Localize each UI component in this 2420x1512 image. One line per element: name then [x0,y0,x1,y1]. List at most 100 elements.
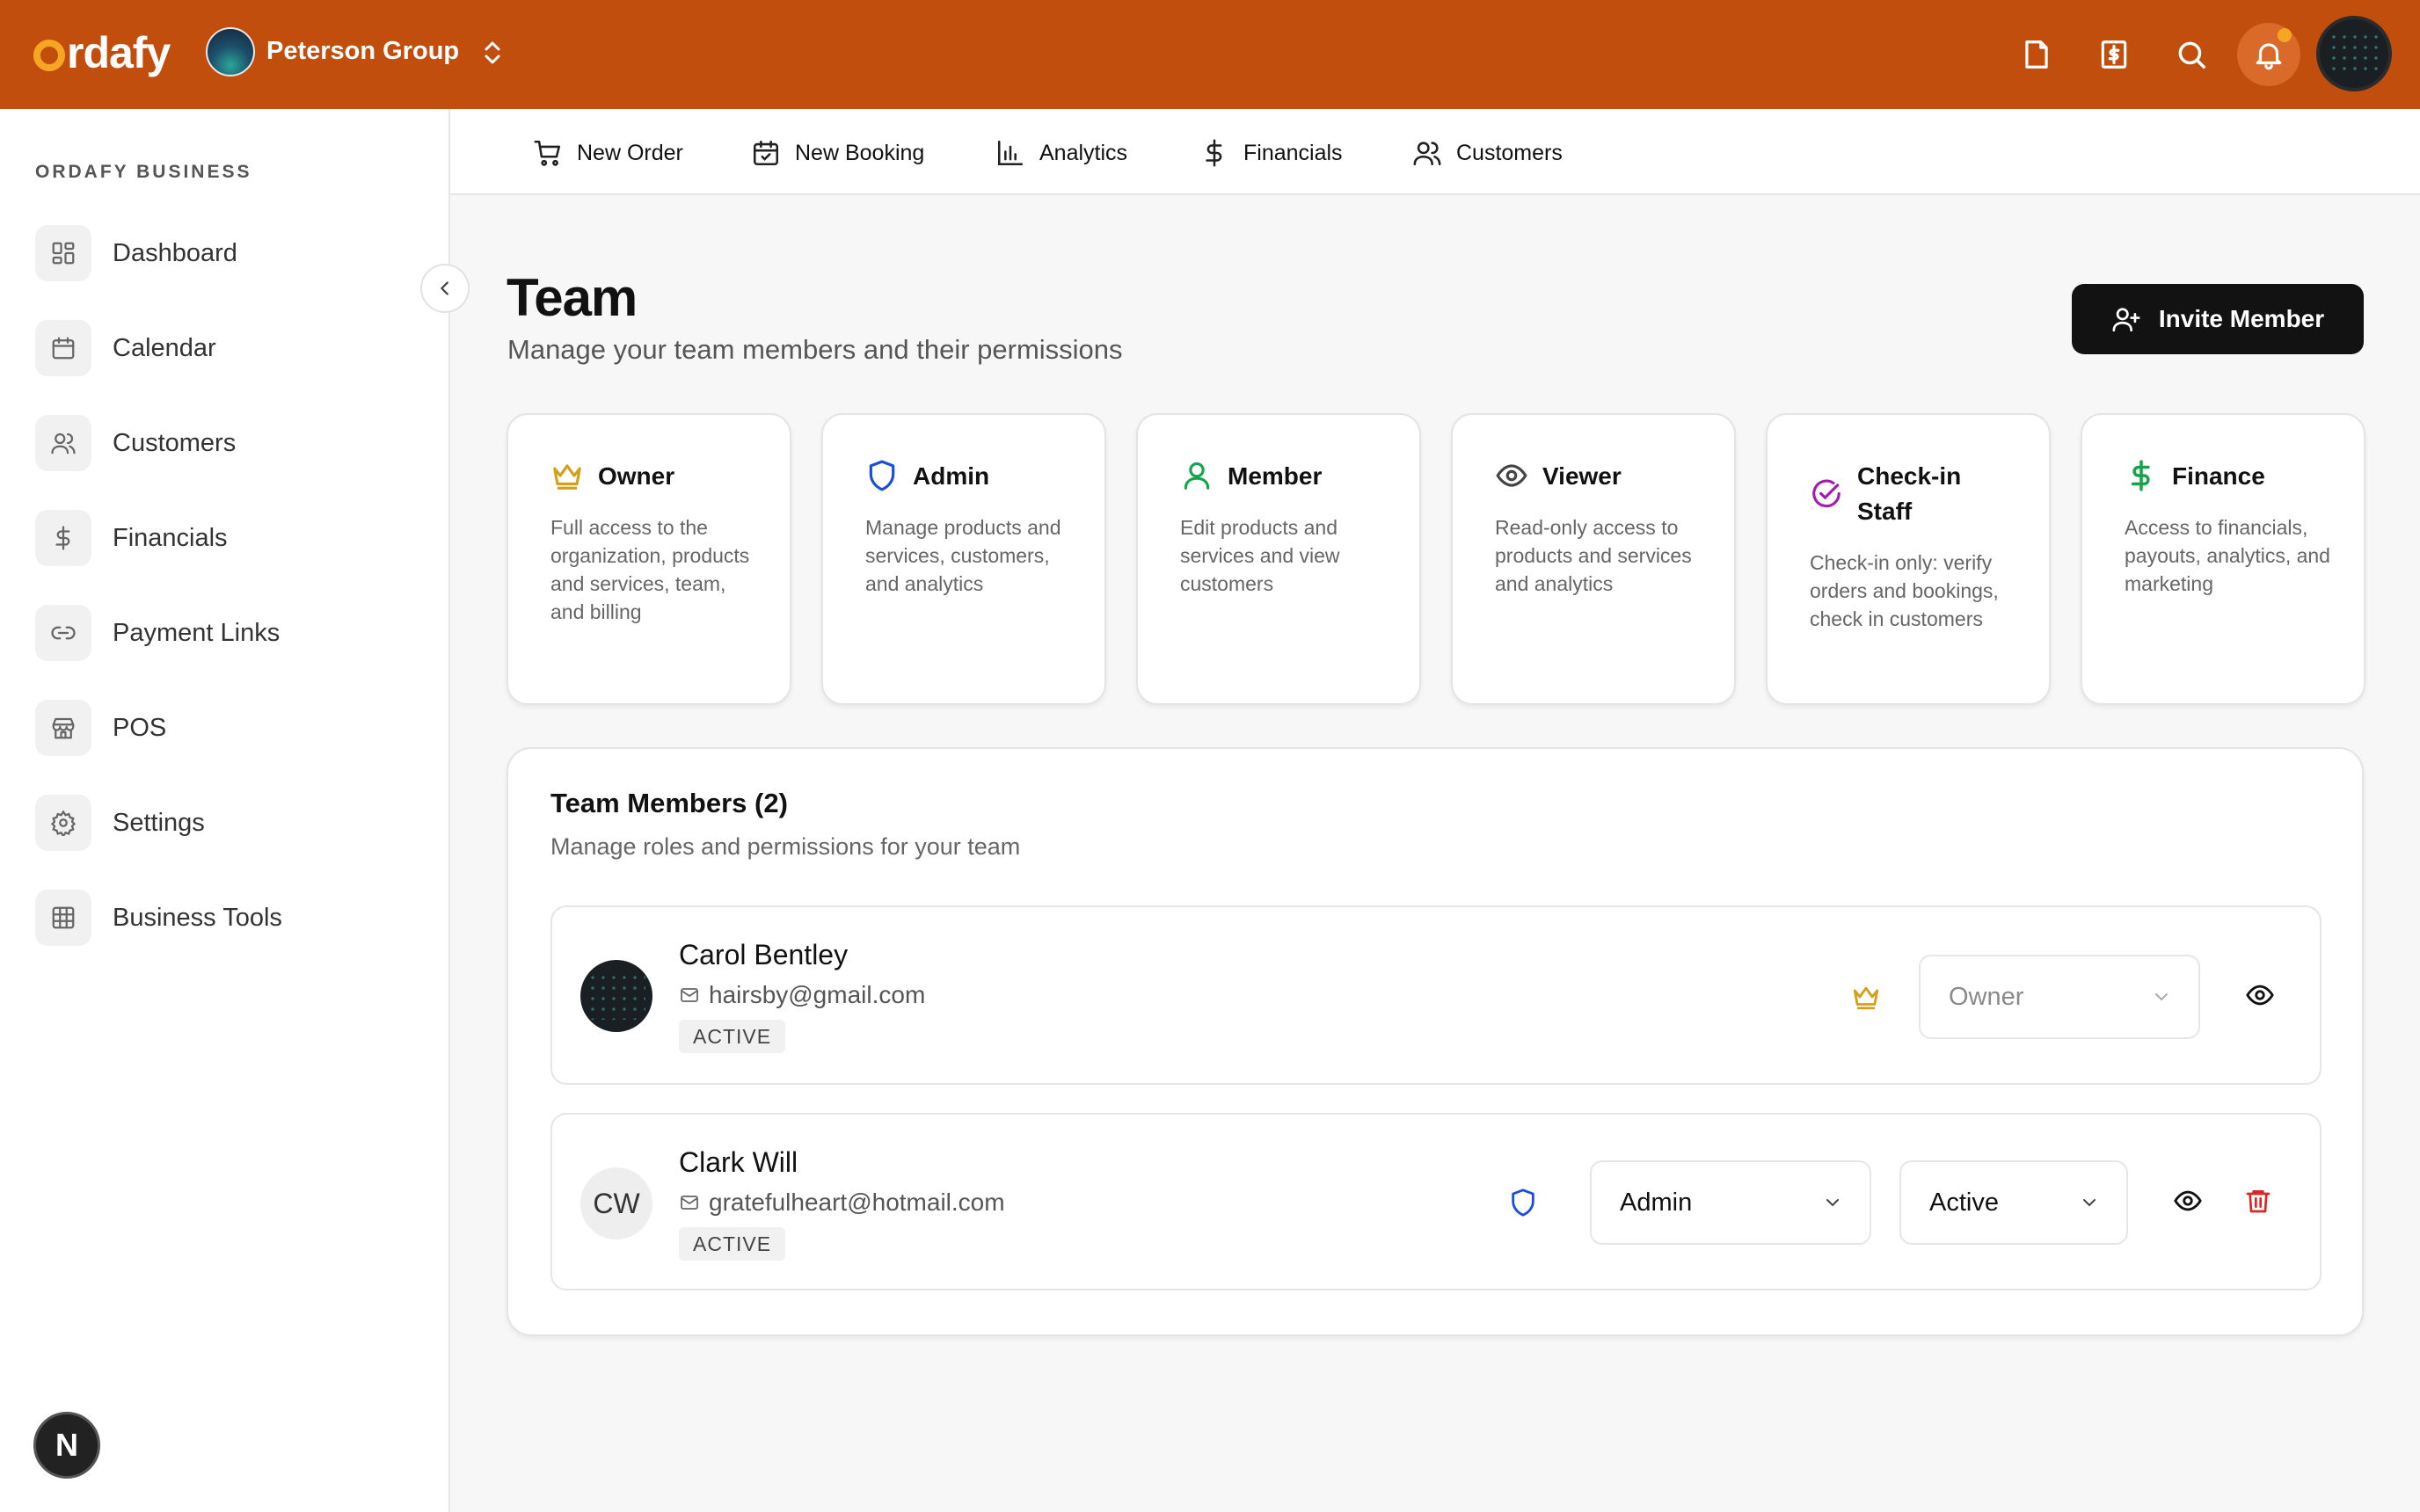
role-description: Edit products and services and view cust… [1180,516,1340,595]
collapse-sidebar-button[interactable] [420,264,470,313]
quick-action-label: Analytics [1039,140,1128,165]
member-role-value: Admin [1620,1188,1693,1217]
sidebar-item-financials[interactable]: Financials [35,510,422,566]
quick-action-label: New Order [577,140,683,165]
sidebar-item-label: POS [113,713,167,742]
role-name: Admin [913,462,990,490]
role-description: Check-in only: verify orders and booking… [1810,551,1999,630]
team-members-subtitle: Manage roles and permissions for your te… [550,833,1021,860]
chevron-left-icon [441,281,448,295]
quick-action-label: Customers [1456,140,1563,165]
quick-action-financials[interactable]: Financials [1199,135,1343,171]
shield-icon [1497,1176,1549,1229]
team-members-title: Team Members (2) [550,788,788,818]
invite-member-button[interactable]: Invite Member [2072,284,2364,354]
user-avatar[interactable] [2316,16,2392,91]
role-description: Full access to the organization, product… [550,516,750,623]
link-icon [35,605,91,661]
role-card-admin: Admin Manage products and services, cust… [821,413,1106,705]
dollar-icon [35,510,91,566]
notifications-bell-icon[interactable] [2237,23,2300,86]
chevron-down-icon [2155,993,2168,1001]
sidebar-item-label: Payment Links [113,618,281,647]
member-state-value: Active [1929,1188,1999,1217]
ordafy-logo[interactable]: rdafy [33,26,171,79]
role-name: Owner [598,462,675,490]
view-member-eye-icon[interactable] [2234,969,2286,1021]
page-title: Team [507,268,638,327]
quick-action-new-booking[interactable]: New Booking [751,135,924,171]
sidebar-item-label: Customers [113,428,237,457]
member-row: CW Clark Will gratefulheart@hotmail.com … [550,1113,2322,1290]
member-status-badge: ACTIVE [679,1227,786,1261]
search-icon[interactable] [2163,26,2220,83]
sidebar-item-dashboard[interactable]: Dashboard [35,225,422,281]
member-state-select[interactable]: Active [1899,1160,2128,1245]
sidebar-section-title: ORDAFY BUSINESS [35,162,252,182]
member-avatar [580,960,652,1032]
mail-icon [681,1196,698,1210]
org-avatar[interactable] [206,27,255,76]
user-icon [1184,462,1210,490]
chevron-down-icon [2083,1199,2096,1207]
member-role-select[interactable]: Owner [1919,955,2200,1039]
member-name: Clark Will [679,1146,798,1178]
role-card-viewer: Viewer Read-only access to products and … [1451,413,1736,705]
role-description: Access to financials, payouts, analytics… [2125,516,2330,595]
role-name: Check-in Staff [1857,462,1962,525]
sidebar-item-business-tools[interactable]: Business Tools [35,890,422,946]
sidebar-item-calendar[interactable]: Calendar [35,320,422,376]
view-member-eye-icon[interactable] [2161,1174,2214,1227]
dashboard-icon [35,225,91,281]
role-name: Viewer [1542,462,1622,490]
quick-actions-bar: New Order New Booking Analytics Financia… [450,109,2420,195]
user-plus-icon [2112,308,2140,332]
page-subtitle: Manage your team members and their permi… [507,334,1123,365]
role-description: Read-only access to products and service… [1495,516,1692,595]
member-role-value: Owner [1949,982,2024,1011]
sidebar-item-label: Settings [113,808,205,837]
document-icon[interactable] [2008,26,2065,83]
mail-icon [681,988,698,1002]
quick-action-analytics[interactable]: Analytics [995,135,1127,171]
sidebar-item-payment-links[interactable]: Payment Links [35,605,422,661]
dev-badge[interactable]: N [33,1412,100,1479]
invite-member-label: Invite Member [2158,305,2325,332]
delete-member-trash-icon[interactable] [2232,1174,2285,1227]
grid-icon [35,890,91,946]
sidebar-item-label: Dashboard [113,238,237,267]
crown-icon [1840,970,1892,1023]
cart-icon [534,140,561,166]
eye-icon [1496,464,1527,487]
quick-action-label: New Booking [795,140,925,165]
quick-action-customers[interactable]: Customers [1412,135,1563,171]
member-email: hairsby@gmail.com [679,981,925,1009]
role-card-member: Member Edit products and services and vi… [1136,413,1421,705]
member-name: Carol Bentley [679,939,849,970]
check-circle-icon [1812,479,1841,508]
quick-action-label: Financials [1243,140,1343,165]
org-switcher-chevrons-icon[interactable] [479,35,506,70]
sidebar-item-label: Business Tools [113,903,282,932]
notification-dot [2278,28,2292,42]
calendar-icon [35,320,91,376]
sidebar-item-pos[interactable]: POS [35,700,422,756]
receipt-dollar-icon[interactable] [2086,26,2142,83]
member-row: Carol Bentley hairsby@gmail.com ACTIVE O… [550,905,2322,1085]
role-name: Finance [2172,462,2265,490]
bar-chart-icon [997,140,1024,166]
top-bar: rdafy Peterson Group [0,0,2420,109]
calendar-check-icon [753,140,779,166]
sidebar-item-customers[interactable]: Customers [35,415,422,471]
member-email: gratefulheart@hotmail.com [679,1189,1005,1217]
member-role-select[interactable]: Admin [1590,1160,1871,1245]
store-icon [35,700,91,756]
shield-icon [869,460,895,491]
sidebar-item-settings[interactable]: Settings [35,795,422,851]
logo-text: rdafy [67,28,171,77]
crown-icon [553,464,581,490]
gear-icon [35,795,91,851]
quick-action-new-order[interactable]: New Order [533,135,683,171]
org-name[interactable]: Peterson Group [266,37,459,66]
team-members-panel: Team Members (2) Manage roles and permis… [507,747,2364,1336]
